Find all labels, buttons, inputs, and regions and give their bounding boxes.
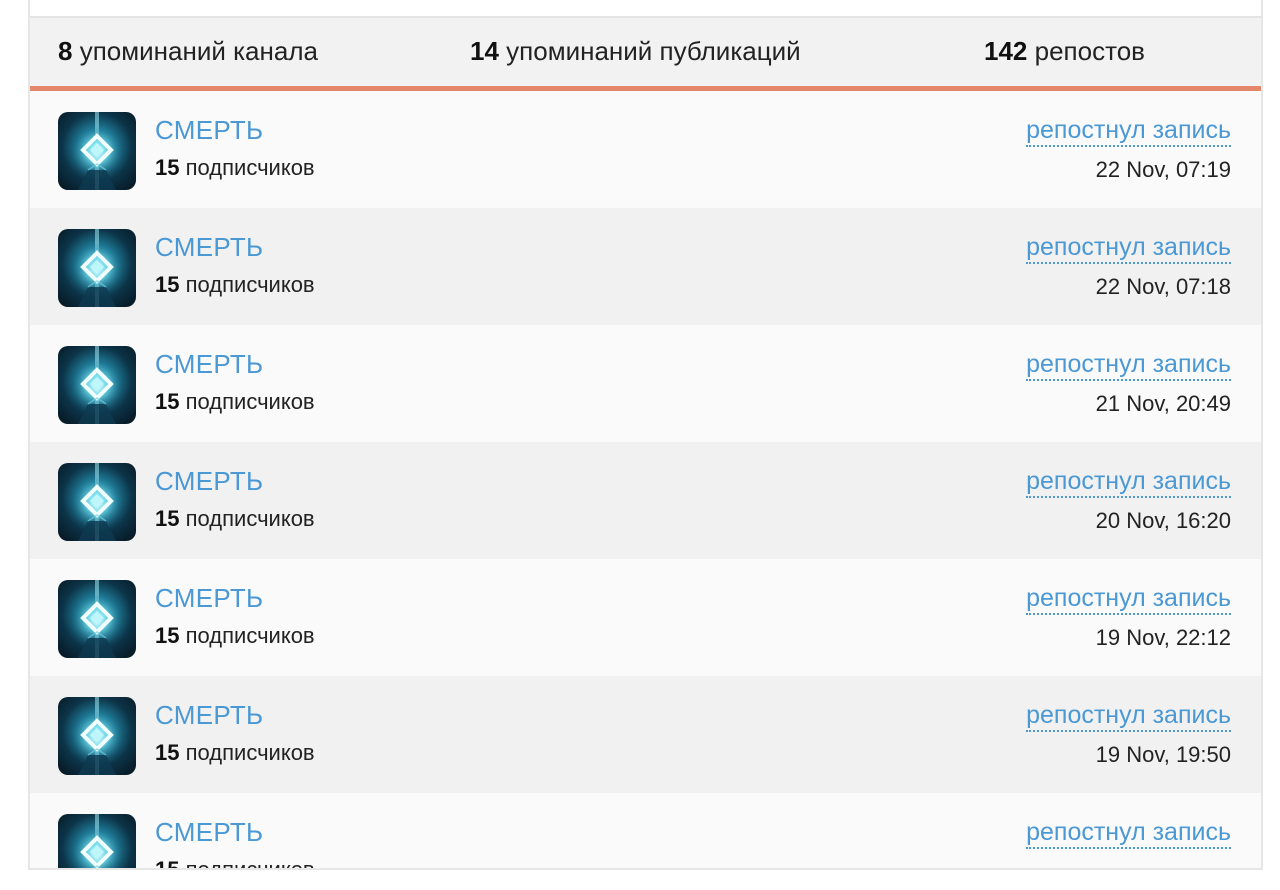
list-item: СМЕРТЬ 15 подписчиков репостнул запись 2… [30, 325, 1261, 442]
subscribers-info: 15 подписчиков [155, 740, 315, 766]
stat-channel-mentions-count: 8 [58, 36, 73, 66]
subscribers-info: 15 подписчиков [155, 623, 315, 649]
subscribers-count: 15 [155, 155, 180, 180]
channel-name-link[interactable]: СМЕРТЬ [155, 232, 263, 263]
stat-post-mentions-count: 14 [470, 36, 499, 66]
repost-date: 19 Nov, 19:50 [1095, 742, 1231, 767]
subscribers-info: 15 подписчиков [155, 389, 315, 415]
channel-avatar-icon[interactable] [58, 814, 136, 868]
channel-avatar-icon[interactable] [58, 346, 136, 424]
channel-name-link[interactable]: СМЕРТЬ [155, 817, 263, 848]
subscribers-count: 15 [155, 389, 180, 414]
channel-avatar-icon[interactable] [58, 229, 136, 307]
channel-avatar-icon[interactable] [58, 112, 136, 190]
subscribers-info: 15 подписчиков [155, 857, 315, 870]
list-item: СМЕРТЬ 15 подписчиков репостнул запись 1… [30, 559, 1261, 676]
subscribers-count: 15 [155, 623, 180, 648]
channel-avatar-icon[interactable] [58, 697, 136, 775]
subscribers-info: 15 подписчиков [155, 272, 315, 298]
channel-name-link[interactable]: СМЕРТЬ [155, 349, 263, 380]
stat-reposts-label: репостов [1034, 36, 1145, 66]
list-item: СМЕРТЬ 15 подписчиков репостнул запись 2… [30, 208, 1261, 325]
stat-channel-mentions[interactable]: 8 упоминаний канала [58, 18, 318, 86]
subscribers-count: 15 [155, 857, 180, 870]
repost-action-link[interactable]: репостнул запись [1026, 117, 1231, 147]
subscribers-label: подписчиков [185, 623, 315, 648]
repost-action-link[interactable]: репостнул запись [1026, 702, 1231, 732]
repost-action-link[interactable]: репостнул запись [1026, 234, 1231, 264]
channel-name-link[interactable]: СМЕРТЬ [155, 583, 263, 614]
stat-post-mentions-label: упоминаний публикаций [506, 36, 801, 66]
repost-date: 22 Nov, 07:18 [1095, 274, 1231, 299]
subscribers-count: 15 [155, 506, 180, 531]
repost-date: 21 Nov, 20:49 [1095, 391, 1231, 416]
list-item: СМЕРТЬ 15 подписчиков репостнул запись [30, 793, 1261, 870]
subscribers-count: 15 [155, 272, 180, 297]
channel-name-link[interactable]: СМЕРТЬ [155, 700, 263, 731]
subscribers-label: подписчиков [185, 740, 315, 765]
subscribers-count: 15 [155, 740, 180, 765]
stat-reposts-count: 142 [984, 36, 1028, 66]
stat-reposts[interactable]: 142 репостов [984, 18, 1145, 86]
repost-action-link[interactable]: репостнул запись [1026, 585, 1231, 615]
repost-date: 22 Nov, 07:19 [1095, 157, 1231, 182]
stat-channel-mentions-label: упоминаний канала [79, 36, 318, 66]
subscribers-label: подписчиков [185, 857, 315, 870]
list-item: СМЕРТЬ 15 подписчиков репостнул запись 2… [30, 91, 1261, 208]
subscribers-label: подписчиков [185, 155, 315, 180]
list-item: СМЕРТЬ 15 подписчиков репостнул запись 1… [30, 676, 1261, 793]
subscribers-label: подписчиков [185, 506, 315, 531]
top-strip [30, 0, 1261, 18]
channel-avatar-icon[interactable] [58, 580, 136, 658]
repost-action-link[interactable]: репостнул запись [1026, 351, 1231, 381]
subscribers-info: 15 подписчиков [155, 506, 315, 532]
repost-action-link[interactable]: репостнул запись [1026, 819, 1231, 849]
subscribers-info: 15 подписчиков [155, 155, 315, 181]
channel-name-link[interactable]: СМЕРТЬ [155, 115, 263, 146]
mentions-panel: 8 упоминаний канала 14 упоминаний публик… [28, 0, 1263, 870]
repost-action-link[interactable]: репостнул запись [1026, 468, 1231, 498]
subscribers-label: подписчиков [185, 272, 315, 297]
repost-date: 19 Nov, 22:12 [1095, 625, 1231, 650]
subscribers-label: подписчиков [185, 389, 315, 414]
list-item: СМЕРТЬ 15 подписчиков репостнул запись 2… [30, 442, 1261, 559]
repost-list: СМЕРТЬ 15 подписчиков репостнул запись 2… [30, 91, 1261, 870]
stat-post-mentions[interactable]: 14 упоминаний публикаций [470, 18, 801, 86]
repost-date: 20 Nov, 16:20 [1095, 508, 1231, 533]
stats-bar: 8 упоминаний канала 14 упоминаний публик… [30, 18, 1261, 91]
channel-avatar-icon[interactable] [58, 463, 136, 541]
channel-name-link[interactable]: СМЕРТЬ [155, 466, 263, 497]
